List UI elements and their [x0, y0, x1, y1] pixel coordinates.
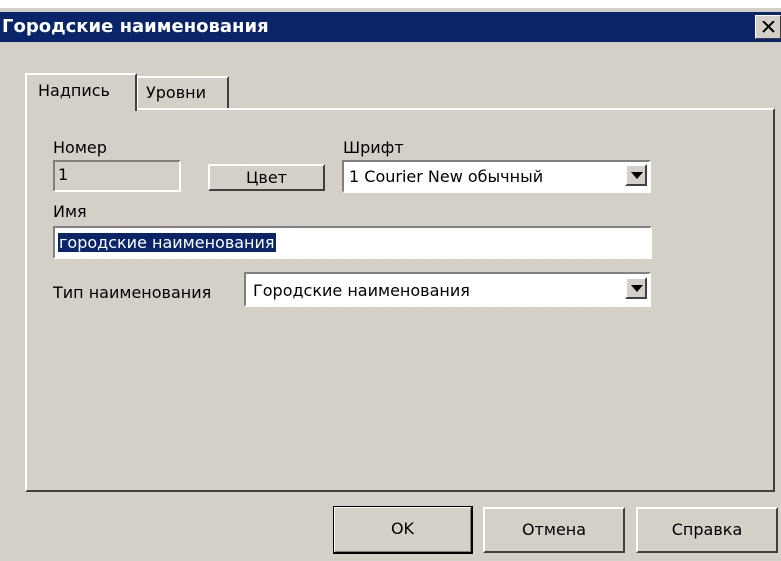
help-button[interactable]: Справка	[636, 507, 778, 553]
tab-label: Уровни	[146, 83, 206, 102]
ok-button-label: OK	[390, 519, 415, 538]
name-type-value: Городские наименования	[253, 281, 470, 300]
color-button-label: Цвет	[245, 168, 287, 187]
name-input[interactable]: городские наименования	[53, 226, 652, 259]
tab-label-text[interactable]: Надпись	[25, 73, 137, 111]
help-button-label: Справка	[671, 520, 743, 539]
ok-button[interactable]: OK	[333, 506, 473, 554]
font-value: 1 Courier New обычный	[349, 167, 544, 186]
close-button[interactable]	[755, 15, 781, 39]
name-type-dropdown-button[interactable]	[625, 277, 647, 299]
number-label: Номер	[53, 138, 107, 157]
name-label: Имя	[53, 202, 87, 221]
tab-levels[interactable]: Уровни	[136, 76, 229, 109]
name-type-label: Тип наименования	[53, 283, 212, 302]
name-value: городские наименования	[58, 233, 276, 252]
color-button[interactable]: Цвет	[208, 164, 325, 191]
cancel-button-label: Отмена	[521, 520, 587, 539]
cancel-button[interactable]: Отмена	[483, 507, 625, 553]
name-type-select[interactable]: Городские наименования	[244, 272, 651, 307]
number-field: 1	[53, 160, 181, 192]
font-dropdown-button[interactable]	[625, 164, 647, 186]
font-label: Шрифт	[343, 138, 404, 157]
number-value: 1	[58, 165, 69, 184]
chevron-down-icon	[631, 172, 643, 179]
font-select[interactable]: 1 Courier New обычный	[342, 160, 651, 193]
tab-label: Надпись	[38, 81, 110, 100]
close-icon	[762, 21, 775, 33]
window-title: Городские наименования	[2, 16, 269, 37]
chevron-down-icon	[631, 285, 643, 292]
title-bar[interactable]: Городские наименования	[0, 12, 781, 42]
